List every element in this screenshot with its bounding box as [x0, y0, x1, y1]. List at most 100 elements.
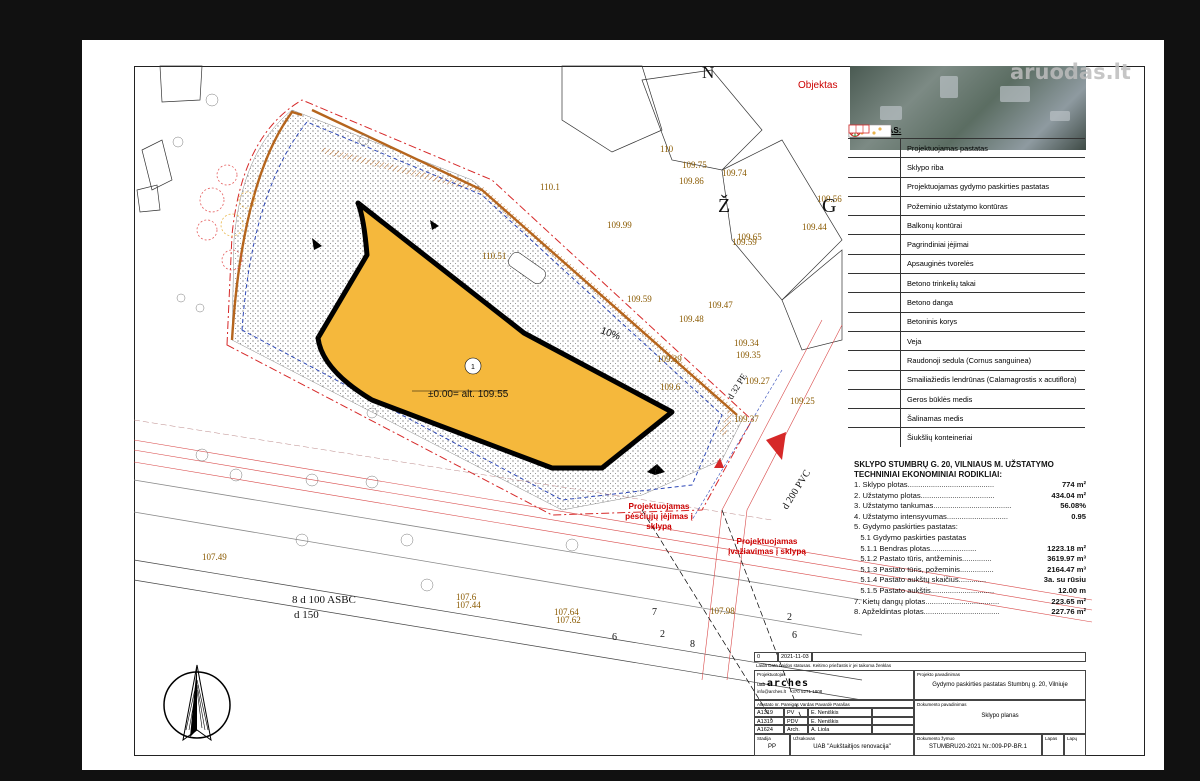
tech-label: 5.1 Gydymo paskirties pastatas	[854, 532, 967, 542]
tb-doc-caption: Dokumento žymuo	[917, 736, 955, 741]
legend-label: Apsauginės tvorelės	[907, 259, 974, 269]
tb-doc-no: STUMBRU20-2021 Nr.:009-PP-BR.1	[928, 744, 1028, 750]
tech-value: 3a. su rūsiu	[1043, 575, 1086, 585]
legend-item: Smailiažiedis lendrūnas (Calamagrostis x…	[848, 127, 1085, 389]
elevation-label: 109.59	[732, 237, 757, 247]
tech-value: 227.76 m²	[1051, 607, 1086, 617]
legend-symbol-num: 1	[848, 124, 901, 158]
tech-label: 5.1.1 Bendras plotas....................…	[854, 543, 977, 553]
legend-symbol-bin	[848, 124, 901, 447]
svg-text:8: 8	[690, 639, 695, 650]
tech-row: 7. Kietų dangų plotas...................…	[854, 597, 1086, 608]
tb-project-caption: Projekto pavadinimas	[917, 672, 961, 677]
tech-title: SKLYPO STUMBRŲ G. 20, VILNIAUS M. UŽSTAT…	[854, 460, 1054, 479]
elevation-label: 109.25	[790, 396, 815, 406]
tech-value: 12.00 m	[1058, 585, 1086, 595]
legend-label: Šalinamas medis	[907, 413, 964, 423]
tb-cols-caption: Atestato nr. Pareigos Vardas Pavardė Par…	[754, 700, 914, 708]
legend-label: Sklypo riba	[907, 162, 944, 172]
legend-symbol-bluedash	[848, 129, 901, 216]
elevation-label: 109.99	[607, 220, 632, 230]
tech-value: 1223.18 m²	[1047, 543, 1086, 553]
elevation-label: 109.48	[679, 314, 704, 324]
legend-symbol-redline	[848, 129, 901, 177]
legend-item: Sklypo riba	[848, 129, 1085, 177]
north-arrow	[163, 664, 231, 742]
legend-symbol-lawn	[848, 124, 901, 351]
legend-item: Betono danga	[848, 124, 1085, 312]
legend-symbol-grass	[848, 127, 901, 389]
tech-label: 3. Užstatymo tankumas...................…	[854, 501, 1012, 511]
elevation-label: 110.51	[482, 251, 506, 261]
tb-company-email: info@arches.lt	[757, 689, 786, 694]
tb-staff-cert: A1319	[754, 708, 784, 717]
elevation-label: 109.74	[722, 168, 747, 178]
tb-rev: 0	[754, 652, 778, 662]
legend-label: Betono danga	[907, 298, 954, 308]
legend-label: Projektuojamas pastatas	[907, 143, 988, 153]
svg-text:6: 6	[792, 630, 797, 641]
tech-label: 5. Gydymo paskirties pastatas:	[854, 522, 958, 532]
tb-company: arches	[766, 678, 809, 689]
elevation-label: 109.86	[679, 176, 704, 186]
tech-value: 3619.97 m³	[1047, 554, 1086, 564]
legend: ŽYMĖJIMAS: 1Projektuojamas pastatasSklyp…	[848, 124, 1085, 447]
tb-staff-name: E. Neniškis	[808, 708, 872, 717]
tb-designer-caption: Projektuotojas	[757, 672, 786, 677]
tech-value: 0.95	[1071, 511, 1086, 521]
elevation-label: 107.62	[556, 615, 581, 625]
title-block: 0 2021-11-03 Laida Data Laidos statusas.…	[754, 652, 1086, 756]
tech-row: 5.1.5 Pastato aukštis...................…	[854, 586, 1086, 597]
tech-row: 5.1.3 Pastato tūris, požeminis..........…	[854, 565, 1086, 576]
tech-label: 5.1.5 Pastato aukštis...................…	[854, 585, 995, 595]
legend-symbol-treex	[848, 125, 901, 428]
elevation-label: 107.49	[202, 552, 227, 562]
legend-label: Geros būklės medis	[907, 394, 973, 404]
svg-text:7: 7	[652, 607, 657, 618]
tech-label: 5.1.3 Pastato tūris, požeminis..........…	[854, 564, 994, 574]
legend-item: Geros būklės medis	[848, 125, 1085, 409]
svg-text:1: 1	[471, 364, 475, 371]
legend-item: Pagrindiniai įėjimai	[848, 125, 1085, 254]
tech-label: 4. Užstatymo intensyvumas...............…	[854, 511, 1009, 521]
svg-text:d 150: d 150	[294, 609, 319, 621]
tech-row: 2. Užstatymo plotas.....................…	[854, 491, 1086, 502]
legend-label: Pagrindiniai įėjimai	[907, 240, 969, 250]
elevation-label: 109.75	[682, 160, 707, 170]
legend-item: Betono trinkelių takai	[848, 124, 1085, 293]
site-area: 1	[226, 99, 753, 516]
tech-label: 7. Kietų dangų plotas...................…	[854, 596, 1000, 606]
tech-row: 5.1.4 Pastato aukštų skaičius...........…	[854, 575, 1086, 586]
tech-row: 4. Užstatymo intensyvumas...............…	[854, 512, 1086, 523]
elevation-label: 109.44	[802, 222, 827, 232]
tech-value: 774 m²	[1061, 480, 1086, 489]
legend-symbol-honeycomb	[848, 124, 901, 331]
legend-label: Smailiažiedis lendrūnas (Calamagrostis x…	[907, 375, 1077, 385]
tb-client-caption: Užsakovas	[793, 736, 816, 741]
legend-symbol-fence	[848, 127, 901, 274]
legend-symbol-paver	[848, 124, 901, 293]
legend-label: Projektuojamas gydymo paskirties pastata…	[907, 182, 1050, 192]
svg-text:Ž: Ž	[718, 194, 730, 217]
legend-item: Projektuojamas gydymo paskirties pastata…	[848, 125, 1085, 196]
tech-row: 5.1.2 Pastato tūris, antžeminis.........…	[854, 554, 1086, 565]
legend-label: Betoninis korys	[907, 317, 958, 327]
watermark: aruodas.lt	[1010, 60, 1131, 84]
legend-item: Veja	[848, 124, 1085, 351]
legend-label: Požeminio užstatymo kontūras	[907, 201, 1008, 211]
svg-text:d 32 PE: d 32 PE	[725, 371, 749, 401]
tb-sheet-name: Sklypo planas	[981, 713, 1019, 719]
tb-company-phone: +370 5271 1808	[789, 689, 823, 694]
legend-label: Balkonų kontūrai	[907, 220, 963, 230]
tb-sheet-caption: Dokumento pavadinimas	[917, 702, 967, 707]
elevation-label: 110.1	[540, 182, 560, 192]
legend-item: Betoninis korys	[848, 124, 1085, 331]
legend-item: Šiukšlių konteineriai	[848, 124, 1085, 447]
pedestrian-entry-label: Projektuojamas pėsčiųjų įėjimas į sklypą	[625, 502, 693, 531]
tb-staff-name: E. Neniškis	[808, 716, 872, 726]
technical-indicators: SKLYPO STUMBRŲ G. 20, VILNIAUS M. UŽSTAT…	[854, 460, 1086, 618]
tb-sheet-box: Lapas	[1042, 734, 1064, 756]
legend-item: Šalinamas medis	[848, 125, 1085, 428]
drawing-sheet: 1 110 109.75 109.74 109.86 110.1 109.99 …	[82, 40, 1164, 770]
tb-staff-role: PV	[784, 708, 808, 717]
